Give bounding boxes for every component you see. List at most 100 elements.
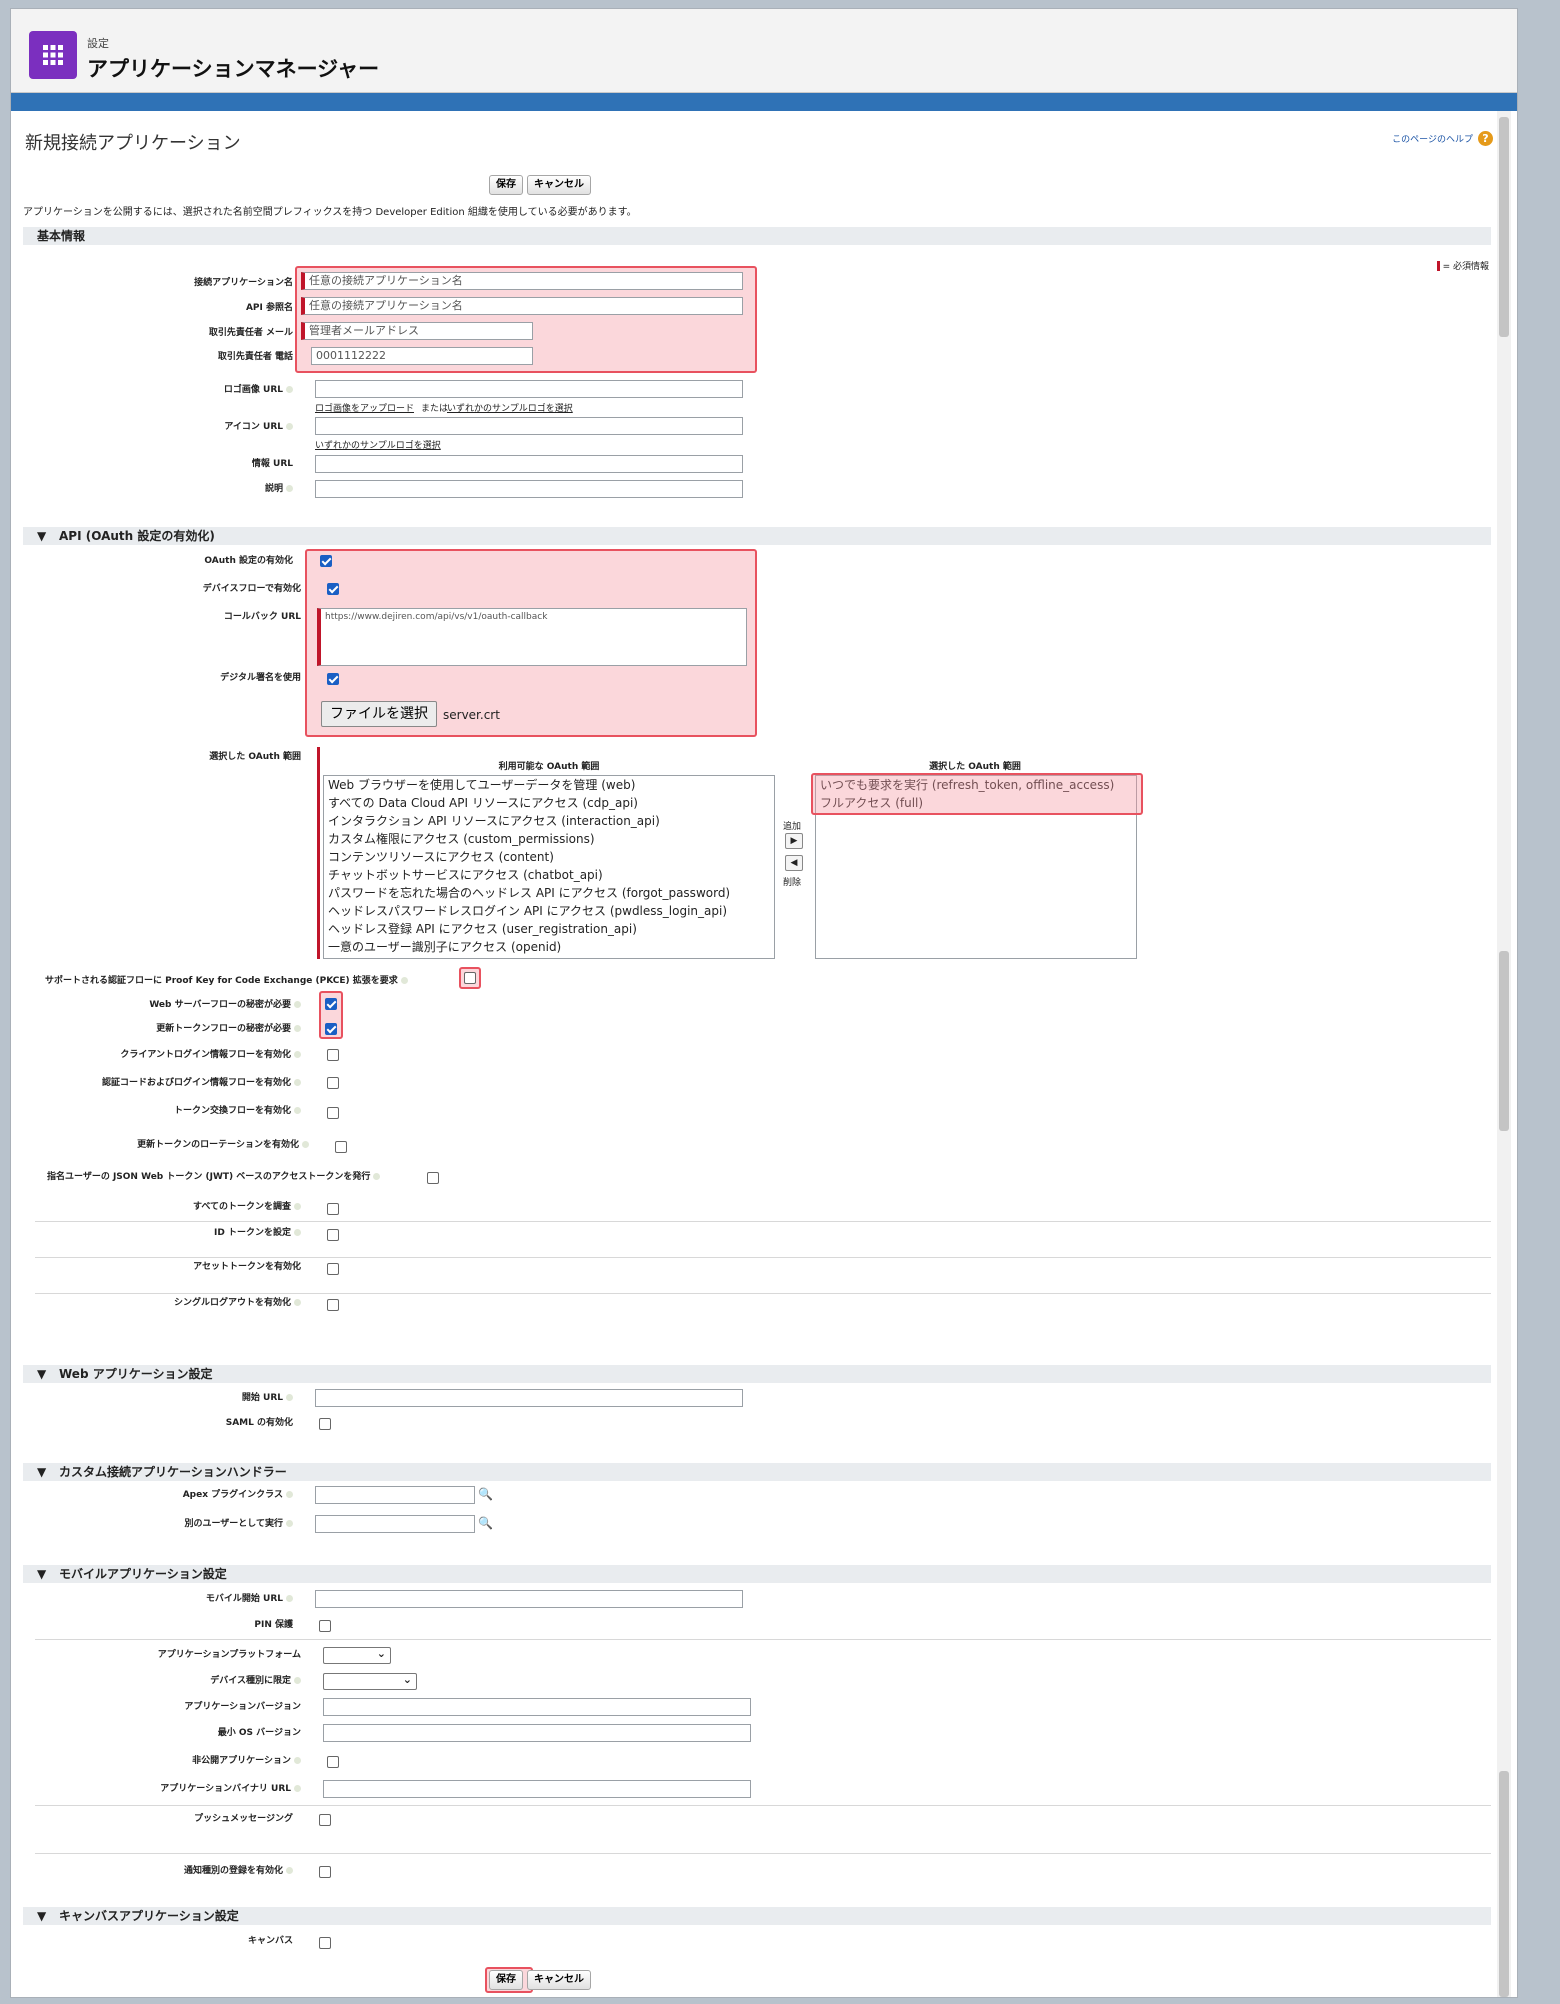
save-button-bottom[interactable]: 保存 — [489, 1970, 523, 1990]
help-link[interactable]: このページのヘルプ? — [1392, 131, 1493, 146]
info-icon[interactable] — [294, 1677, 301, 1684]
info-icon[interactable] — [373, 1173, 381, 1180]
info-icon[interactable] — [286, 1394, 293, 1401]
lookup-icon[interactable]: 🔍 — [478, 1487, 494, 1501]
list-item[interactable]: インタラクション API リソースにアクセス (interaction_api) — [328, 812, 774, 830]
info-icon[interactable] — [294, 1299, 301, 1306]
introspect-checkbox[interactable] — [327, 1203, 339, 1215]
list-item[interactable]: 一意のユーザー識別子にアクセス (openid) — [328, 938, 774, 956]
section-mobile[interactable]: ▼ モバイルアプリケーション設定 — [23, 1565, 1491, 1583]
info-icon[interactable] — [294, 1785, 301, 1792]
info-icon[interactable] — [294, 1001, 301, 1008]
icon-url-input[interactable] — [315, 417, 743, 435]
device-type-select[interactable] — [323, 1673, 417, 1690]
run-as-input[interactable] — [315, 1515, 475, 1533]
apex-class-input[interactable] — [315, 1486, 475, 1504]
list-item[interactable]: コンテンツリソースにアクセス (content) — [328, 848, 774, 866]
choose-file-button[interactable]: ファイルを選択 — [321, 701, 437, 727]
scrollbar-thumb[interactable] — [1499, 951, 1509, 1131]
list-item[interactable]: ヘッドレスパスワードレスログイン API にアクセス (pwdless_logi… — [328, 902, 774, 920]
refresh-rotation-checkbox[interactable] — [335, 1141, 347, 1153]
oauth-enable-checkbox[interactable] — [320, 555, 332, 567]
collapse-triangle-icon[interactable]: ▼ — [37, 527, 59, 545]
saml-checkbox[interactable] — [319, 1418, 331, 1430]
help-icon[interactable]: ? — [1478, 131, 1493, 146]
pin-checkbox[interactable] — [319, 1620, 331, 1632]
section-canvas[interactable]: ▼ キャンバスアプリケーション設定 — [23, 1907, 1491, 1925]
save-button-top[interactable]: 保存 — [489, 175, 523, 195]
api-name-input[interactable]: 任意の接続アプリケーション名 — [301, 297, 743, 315]
refresh-secret-checkbox[interactable] — [325, 1023, 337, 1035]
device-flow-checkbox[interactable] — [327, 583, 339, 595]
sample-logo-link[interactable]: いずれかのサンプルロゴを選択 — [447, 401, 573, 414]
callback-url-textarea[interactable]: https://www.dejiren.com/api/vs/v1/oauth-… — [317, 608, 747, 666]
info-icon[interactable] — [286, 1520, 293, 1527]
token-exchange-checkbox[interactable] — [327, 1107, 339, 1119]
single-logout-checkbox[interactable] — [327, 1299, 339, 1311]
section-handler[interactable]: ▼ カスタム接続アプリケーションハンドラー — [23, 1463, 1491, 1481]
app-launcher-icon[interactable] — [29, 31, 77, 79]
info-icon[interactable] — [286, 1867, 293, 1874]
info-icon[interactable] — [294, 1229, 301, 1236]
notif-checkbox[interactable] — [319, 1866, 331, 1878]
id-token-checkbox[interactable] — [327, 1229, 339, 1241]
breadcrumb[interactable]: 設定 — [87, 35, 109, 51]
info-icon[interactable] — [286, 1595, 293, 1602]
info-icon[interactable] — [302, 1141, 309, 1148]
upload-logo-link[interactable]: ロゴ画像をアップロード — [315, 401, 414, 414]
info-icon[interactable] — [286, 423, 293, 430]
info-icon[interactable] — [400, 977, 408, 984]
scrollbar-thumb[interactable] — [1499, 1771, 1509, 1997]
scrollbar[interactable] — [1497, 111, 1511, 1997]
list-item[interactable]: パスワードを忘れた場合のヘッドレス API にアクセス (forgot_pass… — [328, 884, 774, 902]
digital-signature-checkbox[interactable] — [327, 673, 339, 685]
client-cred-checkbox[interactable] — [327, 1049, 339, 1061]
list-item[interactable]: ヘッドレス登録 API にアクセス (user_registration_api… — [328, 920, 774, 938]
list-item[interactable]: すべての Data Cloud API リソースにアクセス (cdp_api) — [328, 794, 774, 812]
canvas-checkbox[interactable] — [319, 1937, 331, 1949]
info-icon[interactable] — [294, 1079, 301, 1086]
phone-input[interactable]: 0001112222 — [311, 347, 533, 365]
info-icon[interactable] — [294, 1107, 301, 1114]
start-url-input[interactable] — [315, 1389, 743, 1407]
list-item[interactable]: カスタム権限にアクセス (custom_permissions) — [328, 830, 774, 848]
help-link-text[interactable]: このページのヘルプ — [1392, 132, 1473, 145]
logo-url-input[interactable] — [315, 380, 743, 398]
collapse-triangle-icon[interactable]: ▼ — [37, 1565, 59, 1583]
remove-arrow-button[interactable]: ◀ — [785, 855, 803, 871]
mobile-start-url-input[interactable] — [315, 1590, 743, 1608]
description-input[interactable] — [315, 480, 743, 498]
available-scopes-list[interactable]: Web ブラウザーを使用してユーザーデータを管理 (web) すべての Data… — [323, 775, 775, 959]
auth-code-cred-checkbox[interactable] — [327, 1077, 339, 1089]
list-item[interactable]: チャットボットサービスにアクセス (chatbot_api) — [328, 866, 774, 884]
collapse-triangle-icon[interactable]: ▼ — [37, 1365, 59, 1383]
scrollbar-thumb[interactable] — [1499, 117, 1509, 337]
cancel-button-bottom[interactable]: キャンセル — [527, 1970, 591, 1990]
asset-token-checkbox[interactable] — [327, 1263, 339, 1275]
push-checkbox[interactable] — [319, 1814, 331, 1826]
info-icon[interactable] — [286, 386, 293, 393]
jwt-checkbox[interactable] — [427, 1172, 439, 1184]
binary-url-input[interactable] — [323, 1780, 751, 1798]
pkce-checkbox[interactable] — [464, 972, 476, 984]
collapse-triangle-icon[interactable]: ▼ — [37, 1463, 59, 1481]
private-app-checkbox[interactable] — [327, 1756, 339, 1768]
platform-select[interactable] — [323, 1647, 391, 1664]
info-icon[interactable] — [294, 1025, 301, 1032]
info-icon[interactable] — [294, 1203, 301, 1210]
cancel-button-top[interactable]: キャンセル — [527, 175, 591, 195]
info-icon[interactable] — [286, 1491, 293, 1498]
app-name-input[interactable]: 任意の接続アプリケーション名 — [301, 272, 743, 290]
info-icon[interactable] — [294, 1757, 301, 1764]
info-icon[interactable] — [286, 485, 293, 492]
sample-icon-link[interactable]: いずれかのサンプルロゴを選択 — [315, 438, 441, 451]
web-secret-checkbox[interactable] — [325, 998, 337, 1010]
section-api[interactable]: ▼ API (OAuth 設定の有効化) — [23, 527, 1491, 545]
info-icon[interactable] — [294, 1051, 301, 1058]
app-version-input[interactable] — [323, 1698, 751, 1716]
info-url-input[interactable] — [315, 455, 743, 473]
section-web-app[interactable]: ▼ Web アプリケーション設定 — [23, 1365, 1491, 1383]
add-arrow-button[interactable]: ▶ — [785, 833, 803, 849]
min-os-input[interactable] — [323, 1724, 751, 1742]
collapse-triangle-icon[interactable]: ▼ — [37, 1907, 59, 1925]
